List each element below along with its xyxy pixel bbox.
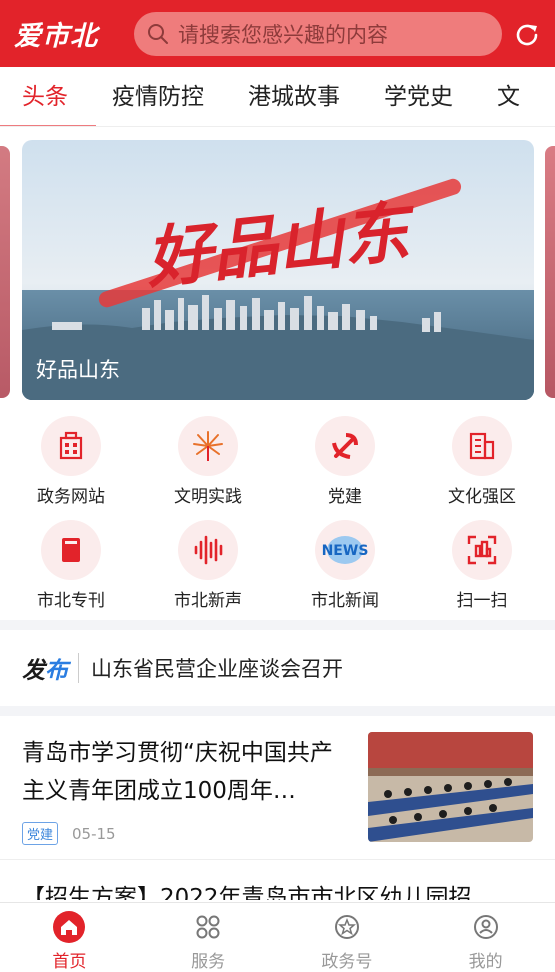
badge-icon <box>331 911 363 943</box>
banner-caption: 好品山东 <box>36 358 120 382</box>
article-meta: 党建 05-15 <box>22 822 116 845</box>
tab-party-history[interactable]: 学党史 <box>362 67 475 126</box>
tab-epidemic[interactable]: 疫情防控 <box>90 67 226 126</box>
bottom-nav: 首页 服务 政务号 我的 <box>0 902 555 972</box>
search-box[interactable]: 请搜索您感兴趣的内容 <box>134 11 502 56</box>
banner-prev-slide[interactable] <box>0 146 10 398</box>
building-icon <box>59 431 83 460</box>
grid-label: 党建 <box>328 487 362 507</box>
home-icon <box>53 911 86 943</box>
search-icon <box>148 23 168 44</box>
article-thumbnail[interactable] <box>368 732 533 842</box>
grid-item-news[interactable]: NEWS 市北新闻 <box>285 520 405 611</box>
grid-label: 市北新声 <box>174 591 242 611</box>
grid-label: 政务网站 <box>37 487 105 507</box>
news-icon: NEWS <box>322 536 369 564</box>
nav-gov-accounts[interactable]: 政务号 <box>278 903 417 972</box>
article-title[interactable]: 青岛市学习贯彻“庆祝中国共产主义青年团成立100周年… <box>22 734 354 810</box>
svg-text:NEWS: NEWS <box>322 543 369 559</box>
banner-slide[interactable]: 好品山东 好品山东 <box>22 140 534 400</box>
publish-logo: 发布 <box>22 657 68 684</box>
user-icon <box>470 911 502 943</box>
tab-culture[interactable]: 文 <box>475 67 542 126</box>
notice-bar[interactable]: 发布 山东省民营企业座谈会召开 <box>0 630 555 705</box>
grid-label: 文化强区 <box>448 487 516 507</box>
news-list-item[interactable]: 【招生方案】2022年青岛市市北区幼儿园招 <box>0 860 555 900</box>
book-icon <box>62 538 80 562</box>
tab-city-stories[interactable]: 港城故事 <box>226 67 362 126</box>
grid-item-gov-website[interactable]: 政务网站 <box>11 416 131 507</box>
article-title[interactable]: 【招生方案】2022年青岛市市北区幼儿园招 <box>22 878 472 900</box>
grid-item-scan[interactable]: 扫一扫 <box>422 520 542 611</box>
channel-tabs: 头条 疫情防控 港城故事 学党史 文 <box>0 67 555 127</box>
top-bar: 爱市北 请搜索您感兴趣的内容 <box>0 0 555 67</box>
grid-label: 文明实践 <box>174 487 242 507</box>
notice-separator <box>78 652 79 683</box>
banner-carousel: 好品山东 好品山东 <box>0 140 555 400</box>
article-date: 05-15 <box>72 824 116 843</box>
app-logo[interactable]: 爱市北 <box>14 14 122 53</box>
party-emblem-icon <box>332 433 358 459</box>
nav-home[interactable]: 首页 <box>0 903 139 972</box>
feature-grid: 政务网站 文明实践 党建 文化强区 市北专刊 市北新声 NEWS 市北新闻 扫一… <box>0 410 555 620</box>
scan-icon <box>467 535 497 565</box>
nav-services[interactable]: 服务 <box>139 903 278 972</box>
section-divider <box>0 706 555 716</box>
category-tag: 党建 <box>22 822 59 845</box>
banner-next-slide[interactable] <box>545 146 555 398</box>
grid-label: 市北专刊 <box>37 591 105 611</box>
grid-item-culture[interactable]: 文化强区 <box>422 416 542 507</box>
grid-item-special-issue[interactable]: 市北专刊 <box>11 520 131 611</box>
refresh-icon[interactable] <box>513 21 541 49</box>
news-list-item[interactable]: 青岛市学习贯彻“庆祝中国共产主义青年团成立100周年… 党建 05-15 <box>0 716 555 860</box>
grid-item-party[interactable]: 党建 <box>285 416 405 507</box>
meeting-photo <box>368 732 533 842</box>
notice-headline[interactable]: 山东省民营企业座谈会召开 <box>91 653 343 683</box>
grid-item-civilization[interactable]: 文明实践 <box>148 416 268 507</box>
grid-label: 市北新闻 <box>311 591 379 611</box>
search-placeholder: 请搜索您感兴趣的内容 <box>178 22 388 47</box>
grid-icon <box>192 911 224 943</box>
tab-headlines[interactable]: 头条 <box>0 67 96 126</box>
city-icon <box>469 432 495 460</box>
section-divider <box>0 620 555 630</box>
nav-me[interactable]: 我的 <box>416 903 555 972</box>
grid-item-new-voice[interactable]: 市北新声 <box>148 520 268 611</box>
soundwave-icon <box>194 535 223 565</box>
grid-label: 扫一扫 <box>456 591 508 611</box>
flower-icon <box>193 431 223 461</box>
